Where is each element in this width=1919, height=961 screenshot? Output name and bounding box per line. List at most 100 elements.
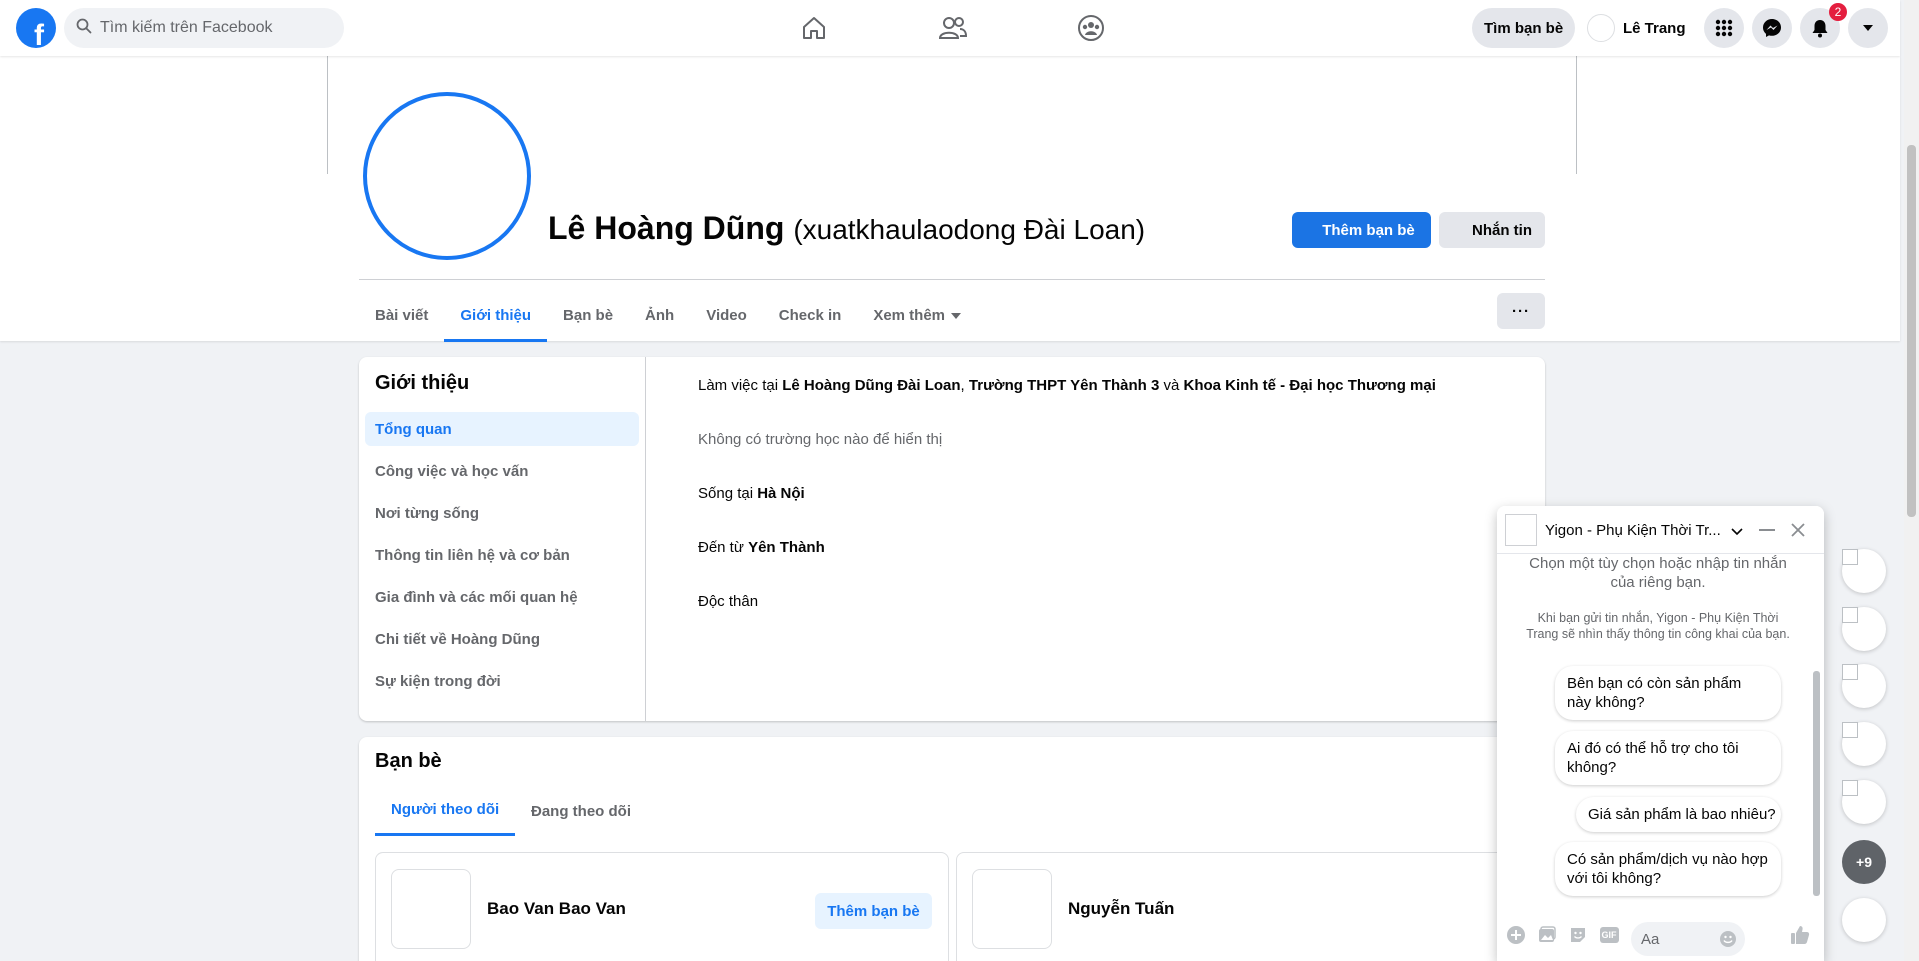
tab-following[interactable]: Đang theo dõi — [515, 786, 647, 836]
chat-head-image — [1842, 780, 1858, 796]
about-nav-overview[interactable]: Tổng quan — [365, 412, 639, 446]
chat-title-text: Yigon - Phụ Kiện Thời Tr... — [1545, 522, 1721, 539]
cover-photo-edge — [327, 56, 328, 174]
search-icon — [76, 18, 92, 38]
tab-see-more[interactable]: Xem thêm — [857, 290, 977, 340]
chat-composer: GIF — [1497, 912, 1824, 961]
about-nav-life-events[interactable]: Sự kiện trong đời — [365, 664, 639, 698]
chat-title[interactable]: Yigon - Phụ Kiện Thời Tr... — [1545, 522, 1743, 540]
friend-photo[interactable] — [391, 869, 471, 949]
tab-check-in[interactable]: Check in — [763, 290, 858, 340]
profile-name: Lê Hoàng Dũng (xuatkhaulaodong Đài Loan) — [548, 210, 1145, 247]
hometown-link[interactable]: Yên Thành — [748, 539, 825, 556]
about-title: Giới thiệu — [375, 372, 470, 394]
menu-grid-icon[interactable] — [1704, 8, 1744, 48]
avatar — [1587, 14, 1615, 42]
caret-down-icon — [951, 307, 962, 324]
chat-scrollbar-thumb[interactable] — [1813, 671, 1820, 896]
tab-posts[interactable]: Bài viết — [359, 290, 444, 340]
tab-video[interactable]: Video — [690, 290, 763, 340]
gif-icon[interactable]: GIF — [1598, 924, 1620, 946]
message-button[interactable]: Nhắn tin — [1439, 212, 1545, 248]
sticker-icon[interactable] — [1567, 924, 1589, 946]
minimize-icon[interactable] — [1755, 518, 1779, 542]
search-box[interactable] — [64, 8, 344, 48]
divider — [359, 279, 1545, 280]
about-nav-details[interactable]: Chi tiết về Hoàng Dũng — [365, 622, 639, 656]
divider — [645, 357, 646, 721]
chat-head[interactable] — [1842, 607, 1886, 651]
chat-body[interactable]: Chọn một tùy chọn hoặc nhập tin nhắn của… — [1497, 554, 1824, 912]
tab-followers[interactable]: Người theo dõi — [375, 786, 516, 836]
messenger-icon[interactable] — [1752, 8, 1792, 48]
friend-name[interactable]: Bao Van Bao Van — [487, 899, 626, 919]
about-nav-family-relationships[interactable]: Gia đình và các mối quan hệ — [365, 580, 639, 614]
facebook-logo-icon[interactable]: f — [16, 8, 56, 48]
search-input[interactable] — [100, 19, 320, 37]
cover-photo-edge — [1576, 56, 1577, 174]
friends-title: Bạn bè — [375, 750, 442, 772]
current-city-info: Sống tại Hà Nội — [698, 485, 805, 502]
friend-name[interactable]: Nguyễn Tuấn — [1068, 899, 1174, 919]
chat-message-field[interactable] — [1631, 922, 1745, 956]
page-scrollbar-thumb[interactable] — [1907, 145, 1916, 517]
add-plus-icon[interactable] — [1505, 924, 1527, 946]
workplace-link[interactable]: Trường THPT Yên Thành 3 — [969, 377, 1159, 394]
suggested-reply[interactable]: Bên bạn có còn sản phẩm này không? — [1555, 666, 1781, 720]
user-name: Lê Trang — [1623, 19, 1686, 37]
about-nav-places-lived[interactable]: Nơi từng sống — [365, 496, 639, 530]
close-icon[interactable] — [1786, 518, 1810, 542]
more-options-button[interactable]: ··· — [1497, 293, 1545, 329]
workplace-link[interactable]: Khoa Kinh tế - Đại học Thương mại — [1184, 377, 1436, 394]
tab-about[interactable]: Giới thiệu — [444, 290, 547, 342]
more-chats-button[interactable]: +9 — [1842, 840, 1886, 884]
suggested-reply[interactable]: Giá sản phẩm là bao nhiêu? — [1576, 797, 1781, 832]
workplace-link[interactable]: Lê Hoàng Dũng Đài Loan — [782, 377, 960, 394]
account-chevron-down-icon[interactable] — [1848, 8, 1888, 48]
profile-avatar[interactable] — [363, 92, 531, 260]
relationship-info: Độc thân — [698, 593, 759, 610]
friend-photo[interactable] — [972, 869, 1052, 949]
chat-prompt-text: Chọn một tùy chọn hoặc nhập tin nhắn của… — [1529, 555, 1787, 591]
home-icon[interactable] — [758, 8, 870, 48]
add-friend-button[interactable]: Thêm bạn bè — [1292, 212, 1431, 248]
profile-shortcut[interactable]: Lê Trang — [1579, 8, 1698, 48]
photo-icon[interactable] — [1536, 924, 1558, 946]
chat-head[interactable] — [1842, 722, 1886, 766]
tab-see-more-label: Xem thêm — [873, 306, 946, 324]
separator-text: và — [1159, 377, 1184, 394]
find-friends-button[interactable]: Tìm bạn bè — [1472, 8, 1576, 48]
tab-photos[interactable]: Ảnh — [629, 290, 690, 340]
chat-head[interactable] — [1842, 664, 1886, 708]
chat-page-avatar[interactable] — [1505, 514, 1537, 546]
chat-head[interactable] — [1842, 549, 1886, 593]
lives-prefix: Sống tại — [698, 485, 758, 502]
emoji-icon[interactable] — [1719, 930, 1737, 948]
work-prefix: Làm việc tại — [698, 377, 783, 394]
thumbs-up-icon[interactable] — [1789, 924, 1811, 946]
chevron-down-icon — [1731, 523, 1743, 540]
chat-message-input[interactable] — [1641, 930, 1711, 948]
school-info: Không có trường học nào để hiển thị — [698, 431, 943, 448]
add-friend-button[interactable]: Thêm bạn bè — [815, 893, 932, 929]
from-prefix: Đến từ — [698, 539, 749, 556]
suggested-reply[interactable]: Ai đó có thể hỗ trợ cho tôi không? — [1555, 731, 1781, 785]
separator-text: , — [960, 377, 969, 394]
notification-count-badge: 2 — [1829, 3, 1847, 21]
about-nav-contact-basic-info[interactable]: Thông tin liên hệ và cơ bản — [365, 538, 639, 572]
chat-head[interactable] — [1842, 780, 1886, 824]
groups-icon[interactable] — [1035, 8, 1147, 48]
chat-window: Yigon - Phụ Kiện Thời Tr... Chọn một tùy… — [1497, 506, 1824, 961]
profile-alternate-name: (xuatkhaulaodong Đài Loan) — [793, 214, 1146, 245]
tab-friends[interactable]: Bạn bè — [547, 290, 629, 340]
new-message-button[interactable] — [1842, 898, 1886, 942]
profile-tabs: Bài viết Giới thiệu Bạn bè Ảnh Video Che… — [359, 290, 977, 342]
chat-privacy-notice: Khi bạn gửi tin nhắn, Yigon - Phụ Kiện T… — [1526, 611, 1790, 641]
chat-header[interactable]: Yigon - Phụ Kiện Thời Tr... — [1497, 506, 1824, 554]
friends-icon[interactable] — [897, 8, 1009, 48]
city-link[interactable]: Hà Nội — [757, 485, 805, 502]
about-nav-work-education[interactable]: Công việc và học vấn — [365, 454, 639, 488]
chat-head-image — [1842, 607, 1858, 623]
suggested-reply[interactable]: Có sản phẩm/dịch vụ nào hợp với tôi khôn… — [1555, 842, 1781, 896]
gif-label: GIF — [1599, 927, 1619, 943]
